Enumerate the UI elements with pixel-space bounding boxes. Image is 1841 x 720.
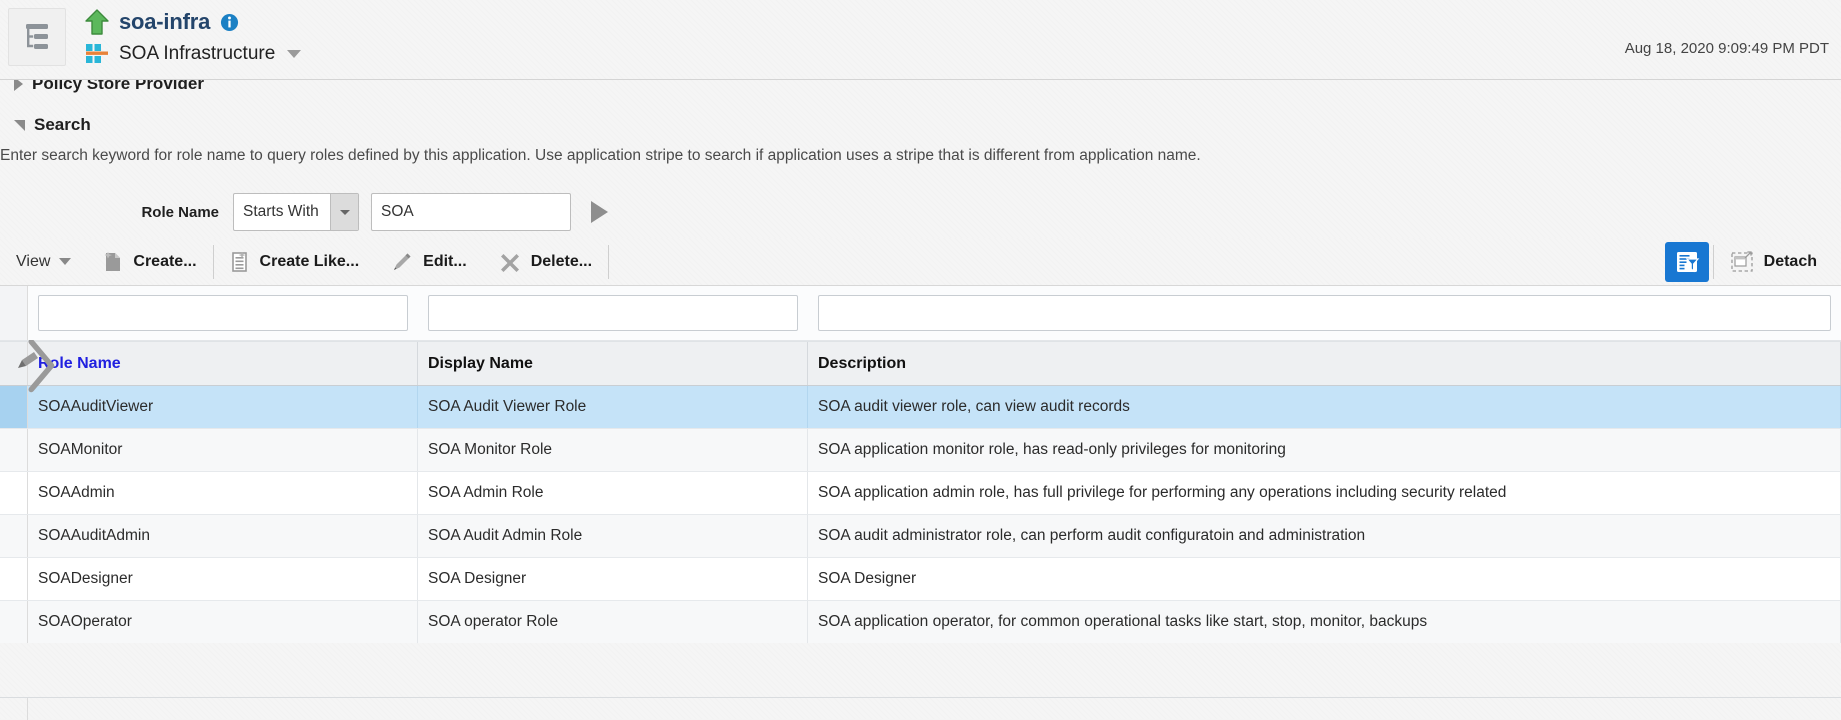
- application-roles-table: Role Name Display Name Description SOAAu…: [0, 286, 1841, 643]
- search-controls: Role Name Starts With: [0, 186, 1841, 238]
- target-header: soa-infra SOA Infrastructure Aug 18, 202…: [0, 0, 1841, 80]
- table-row[interactable]: SOAOperator SOA operator Role SOA applic…: [0, 601, 1841, 643]
- detach-button[interactable]: Detach: [1714, 238, 1841, 286]
- row-selector[interactable]: [0, 558, 28, 600]
- up-arrow-icon: [84, 8, 110, 36]
- hamburger-nav-icon: [20, 20, 54, 54]
- table-filter-row: [0, 286, 1841, 341]
- role-name-search-input[interactable]: [371, 193, 571, 231]
- role-name-label: Role Name: [0, 204, 233, 221]
- cell-display-name: SOA Designer: [418, 558, 808, 600]
- row-selector-gutter: [0, 286, 28, 340]
- footer-gutter: [0, 698, 28, 720]
- column-header-display-name[interactable]: Display Name: [418, 342, 808, 385]
- section-search-label: Search: [34, 115, 91, 135]
- filter-cell-display-name: [418, 286, 808, 340]
- search-go-button[interactable]: [591, 201, 608, 223]
- table-row[interactable]: SOAAuditViewer SOA Audit Viewer Role SOA…: [0, 386, 1841, 428]
- search-description: Enter search keyword for role name to qu…: [0, 147, 1201, 165]
- target-type-row: SOA Infrastructure: [84, 39, 301, 69]
- table-row[interactable]: SOAMonitor SOA Monitor Role SOA applicat…: [0, 429, 1841, 471]
- cell-role-name: SOAAuditAdmin: [28, 515, 418, 557]
- cell-description: SOA application admin role, has full pri…: [808, 472, 1841, 514]
- filter-input-role-name[interactable]: [38, 295, 408, 331]
- cell-display-name: SOA Monitor Role: [418, 429, 808, 471]
- navigation-menu-button[interactable]: [8, 8, 66, 66]
- create-like-button-label: Create Like...: [260, 253, 360, 271]
- chevron-down-icon[interactable]: [287, 50, 301, 58]
- new-document-icon: [103, 251, 123, 273]
- cell-display-name: SOA operator Role: [418, 601, 808, 643]
- chevron-down-icon[interactable]: [330, 194, 358, 230]
- cell-description: SOA audit viewer role, can view audit re…: [808, 386, 1841, 428]
- target-type: SOA Infrastructure: [119, 43, 275, 65]
- x-cross-icon: [499, 251, 521, 273]
- header-gutter: [0, 342, 28, 385]
- cell-role-name: SOAAdmin: [28, 472, 418, 514]
- cell-description: SOA Designer: [808, 558, 1841, 600]
- table-header-row: Role Name Display Name Description: [0, 341, 1841, 386]
- soa-infrastructure-icon: [84, 43, 110, 65]
- view-menu-button[interactable]: View: [0, 238, 87, 286]
- page-timestamp: Aug 18, 2020 9:09:49 PM PDT: [1625, 40, 1829, 57]
- disclosure-expanded-icon[interactable]: [14, 120, 25, 131]
- section-search[interactable]: Search: [0, 110, 91, 140]
- delete-button-label: Delete...: [531, 253, 592, 271]
- create-button[interactable]: Create...: [87, 238, 212, 286]
- cell-display-name: SOA Audit Admin Role: [418, 515, 808, 557]
- cell-role-name: SOAAuditViewer: [28, 386, 418, 428]
- page-content: Policy Store Provider Search Enter searc…: [0, 0, 1841, 719]
- edit-button[interactable]: Edit...: [375, 238, 483, 286]
- table-row[interactable]: SOADesigner SOA Designer SOA Designer: [0, 558, 1841, 600]
- role-name-operator-value: Starts With: [234, 194, 330, 230]
- row-selector[interactable]: [0, 472, 28, 514]
- target-name-row: soa-infra: [84, 5, 301, 39]
- detach-button-label: Detach: [1764, 253, 1817, 271]
- table-row[interactable]: SOAAuditAdmin SOA Audit Admin Role SOA a…: [0, 515, 1841, 557]
- cell-description: SOA application monitor role, has read-o…: [808, 429, 1841, 471]
- create-button-label: Create...: [133, 253, 196, 271]
- filter-input-display-name[interactable]: [428, 295, 798, 331]
- query-by-example-button[interactable]: [1665, 242, 1709, 282]
- view-menu-label: View: [16, 253, 50, 271]
- copy-document-icon: [230, 251, 250, 273]
- detach-table-icon: [1730, 251, 1754, 273]
- delete-button[interactable]: Delete...: [483, 238, 608, 286]
- table-footer-strip: [0, 697, 1841, 719]
- target-identity-block: soa-infra SOA Infrastructure: [84, 5, 301, 69]
- pencil-icon: [391, 251, 413, 273]
- cell-role-name: SOAMonitor: [28, 429, 418, 471]
- query-by-example-filter-icon: [1674, 249, 1700, 275]
- cell-display-name: SOA Admin Role: [418, 472, 808, 514]
- column-header-description[interactable]: Description: [808, 342, 1841, 385]
- row-selector[interactable]: [0, 386, 28, 428]
- filter-cell-role-name: [28, 286, 418, 340]
- chevron-down-icon: [59, 258, 71, 265]
- info-icon[interactable]: [220, 13, 239, 32]
- cell-description: SOA audit administrator role, can perfor…: [808, 515, 1841, 557]
- toolbar-separator: [608, 245, 609, 279]
- target-name[interactable]: soa-infra: [119, 9, 210, 35]
- cell-display-name: SOA Audit Viewer Role: [418, 386, 808, 428]
- row-selector[interactable]: [0, 429, 28, 471]
- row-selector[interactable]: [0, 515, 28, 557]
- filter-cell-description: [808, 286, 1841, 340]
- role-name-operator-select[interactable]: Starts With: [233, 193, 359, 231]
- cell-role-name: SOAOperator: [28, 601, 418, 643]
- cell-role-name: SOADesigner: [28, 558, 418, 600]
- table-toolbar: View Create... Create Like...: [0, 238, 1841, 286]
- create-like-button[interactable]: Create Like...: [214, 238, 376, 286]
- edit-button-label: Edit...: [423, 253, 467, 271]
- row-selector[interactable]: [0, 601, 28, 643]
- column-header-role-name[interactable]: Role Name: [28, 342, 418, 385]
- filter-input-description[interactable]: [818, 295, 1831, 331]
- cell-description: SOA application operator, for common ope…: [808, 601, 1841, 643]
- table-row[interactable]: SOAAdmin SOA Admin Role SOA application …: [0, 472, 1841, 514]
